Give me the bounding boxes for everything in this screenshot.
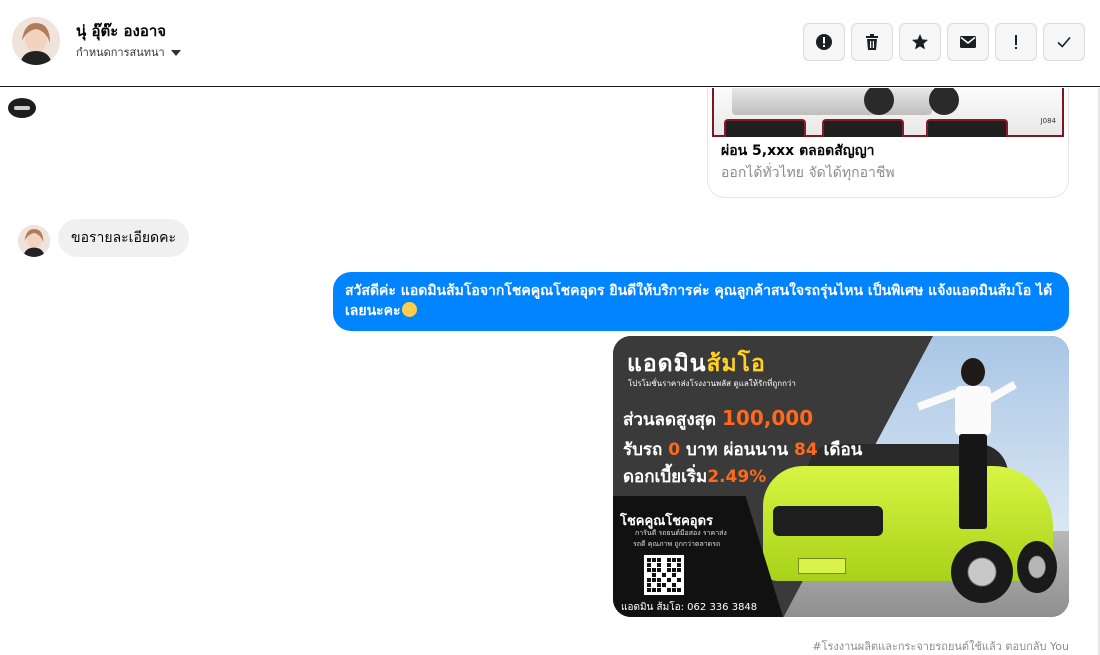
alert-circle-icon xyxy=(816,34,832,50)
promo-image[interactable]: แอดมินส้มโอ โปรโมชั่นราคาส่งโรงงานพลัส ด… xyxy=(613,336,1069,617)
header-toolbar xyxy=(803,23,1085,61)
page-logo-icon xyxy=(8,98,36,118)
image-tag: J084 xyxy=(1040,117,1056,125)
delete-button[interactable] xyxy=(851,23,893,61)
qr-code-icon xyxy=(644,555,684,595)
message-thread[interactable]: J084 ผ่อน 5,xxx ตลอดสัญญา ออกได้ทั่วไทย … xyxy=(0,88,1100,655)
star-button[interactable] xyxy=(899,23,941,61)
promo-tagline: โปรโมชั่นราคาส่งโรงงานพลัส ดูแลให้รักที่… xyxy=(628,379,796,388)
important-button[interactable] xyxy=(995,23,1037,61)
star-icon xyxy=(912,34,928,50)
link-preview-title: ผ่อน 5,xxx ตลอดสัญญา xyxy=(721,143,875,159)
incoming-message[interactable]: ขอรายละเอียดคะ xyxy=(58,219,190,257)
report-button[interactable] xyxy=(803,23,845,61)
envelope-icon xyxy=(960,36,976,48)
conversation-header: นุ่ อุ๊ต๊ะ องอาจ กำหนดการสนทนา xyxy=(0,0,1100,87)
person-figure xyxy=(916,358,1017,533)
check-icon xyxy=(1057,36,1071,48)
contact-avatar[interactable] xyxy=(12,17,60,65)
reply-attribution: #โรงงานผลิตและกระจายรถยนต์ใช้แล้ว ตอบกลั… xyxy=(812,640,1069,653)
conversation-settings-label: กำหนดการสนทนา xyxy=(76,46,165,59)
promo-discount: ส่วนลดสูงสุด 100,000 xyxy=(623,406,814,430)
outgoing-message-text: สวัสดีค่ะ แอดมินส้มโอจากโชคคูณโชคอุดร ยิ… xyxy=(345,283,1053,319)
promo-interest: ดอกเบี้ยเริ่ม2.49% xyxy=(623,467,767,487)
done-button[interactable] xyxy=(1043,23,1085,61)
link-preview-image: J084 xyxy=(712,88,1064,137)
outgoing-message[interactable]: สวัสดีค่ะ แอดมินส้มโอจากโชคคูณโชคอุดร ยิ… xyxy=(333,272,1069,331)
promo-shop-subtitle-2: รถดี คุณภาพ ถูกกว่าตลาดรถ xyxy=(633,540,721,548)
link-preview-card[interactable]: J084 ผ่อน 5,xxx ตลอดสัญญา ออกได้ทั่วไทย … xyxy=(707,88,1069,198)
link-preview-description: ออกได้ทั่วไทย จัดได้ทุกอาชีพ xyxy=(721,165,895,181)
caret-down-icon xyxy=(170,49,181,56)
promo-phone: แอดมิน ส้มโอ: 062 336 3848 xyxy=(621,602,758,613)
mail-button[interactable] xyxy=(947,23,989,61)
contact-name[interactable]: นุ่ อุ๊ต๊ะ องอาจ xyxy=(76,19,166,43)
promo-terms: รับรถ 0 บาท ผ่อนนาน 84 เดือน xyxy=(623,440,863,460)
sender-avatar[interactable] xyxy=(18,225,50,257)
smiling-heart-emoji-icon xyxy=(401,302,417,317)
trash-icon xyxy=(866,34,878,50)
conversation-settings[interactable]: กำหนดการสนทนา xyxy=(76,43,181,61)
exclamation-icon xyxy=(1015,35,1017,49)
promo-shop-subtitle: การันตี รถยนต์มือสอง ราคาส่ง xyxy=(635,529,727,537)
